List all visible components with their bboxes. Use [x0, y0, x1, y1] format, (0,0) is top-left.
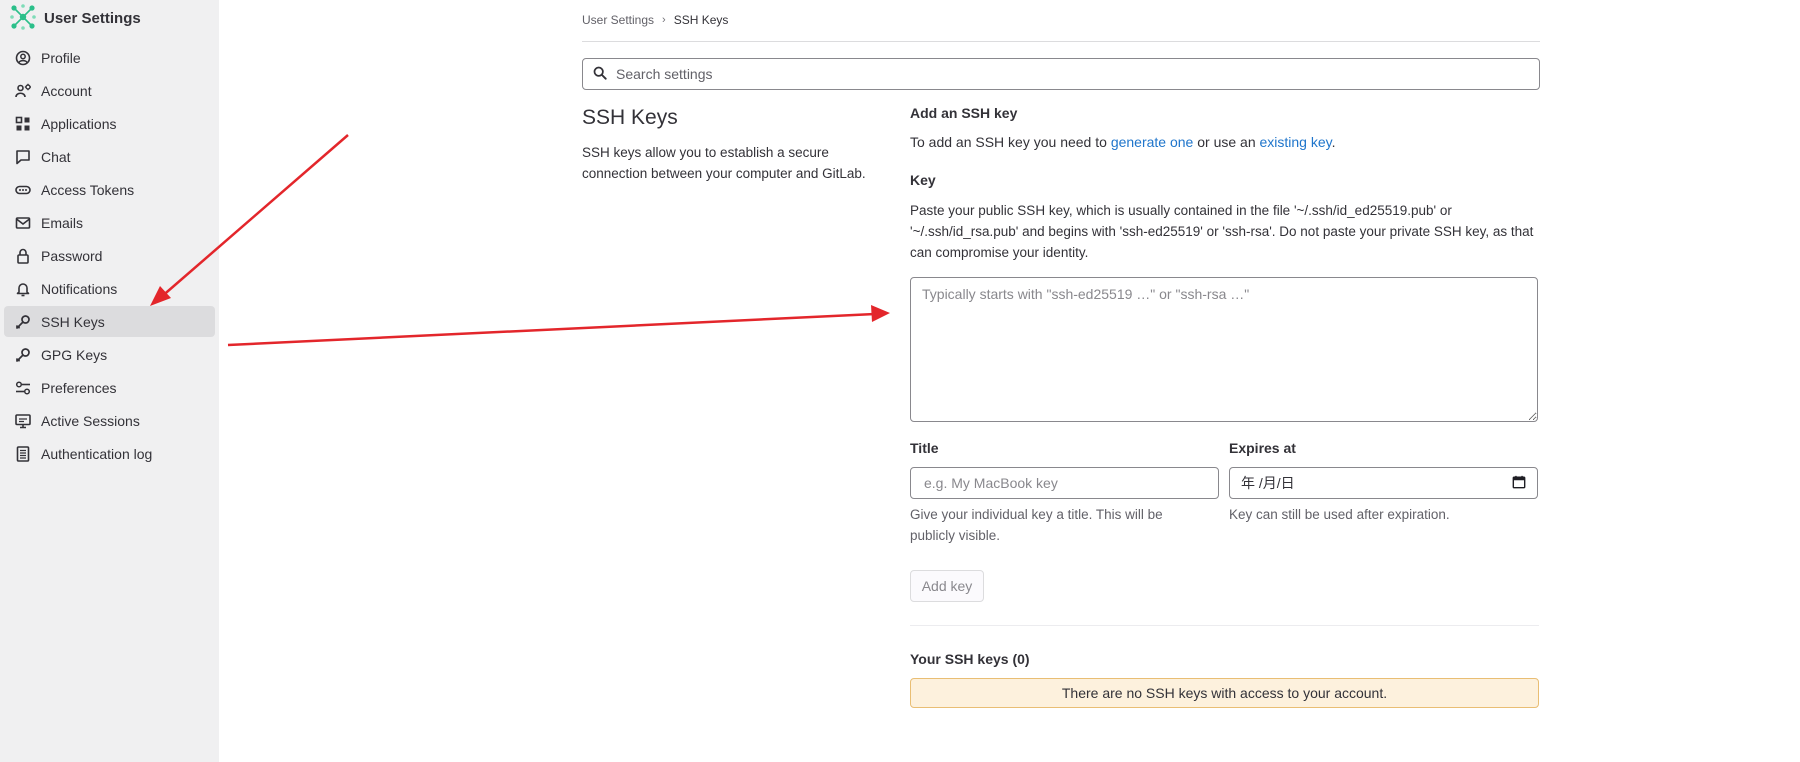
sidebar-item-label: Account [41, 82, 92, 99]
generate-one-link[interactable]: generate one [1111, 134, 1194, 150]
applications-icon [15, 116, 31, 132]
expires-help-text: Key can still be used after expiration. [1229, 507, 1450, 522]
key-textarea[interactable] [910, 277, 1538, 422]
key-label: Key [910, 172, 936, 188]
sidebar-item-gpg-keys[interactable]: GPG Keys [4, 339, 215, 370]
key-help-text: Paste your public SSH key, which is usua… [910, 203, 1534, 260]
sidebar-item-active-sessions[interactable]: Active Sessions [4, 405, 215, 436]
calendar-icon[interactable] [1512, 475, 1526, 492]
intro-text: . [1331, 134, 1336, 150]
sidebar-item-label: Notifications [41, 280, 118, 297]
intro-text: To add an SSH key you need to [910, 134, 1111, 150]
sidebar-item-emails[interactable]: Emails [4, 207, 215, 238]
sidebar: User Settings Profile Account Applicatio… [0, 0, 219, 762]
section-divider [910, 625, 1539, 626]
sidebar-item-notifications[interactable]: Notifications [4, 273, 215, 304]
sidebar-item-label: Authentication log [41, 445, 153, 462]
sidebar-item-authentication-log[interactable]: Authentication log [4, 438, 215, 469]
your-ssh-keys-heading: Your SSH keys (0) [910, 651, 1030, 667]
breadcrumb-divider [582, 41, 1540, 42]
sidebar-brand[interactable]: User Settings [8, 2, 141, 34]
sidebar-item-label: Password [41, 247, 103, 264]
sidebar-item-label: Active Sessions [41, 412, 140, 429]
lock-icon [15, 248, 31, 264]
bell-icon [15, 281, 31, 297]
sidebar-item-password[interactable]: Password [4, 240, 215, 271]
sidebar-item-label: Emails [41, 214, 84, 231]
search-box[interactable] [582, 58, 1540, 90]
add-key-button[interactable]: Add key [910, 570, 984, 602]
account-icon [15, 83, 31, 99]
chat-icon [15, 149, 31, 165]
log-icon [15, 445, 31, 462]
search-icon [593, 66, 614, 83]
expires-at-field[interactable]: 年 /月/日 [1229, 467, 1538, 499]
add-ssh-key-heading: Add an SSH key [910, 105, 1018, 121]
sidebar-item-label: Chat [41, 148, 71, 165]
token-icon [15, 182, 31, 198]
title-label: Title [910, 440, 939, 456]
add-ssh-key-intro: To add an SSH key you need to generate o… [910, 134, 1539, 150]
sidebar-nav: Profile Account Applications Chat Access… [4, 42, 215, 471]
breadcrumb-current[interactable]: SSH Keys [674, 13, 729, 27]
sidebar-item-chat[interactable]: Chat [4, 141, 215, 172]
sidebar-item-label: Profile [41, 49, 81, 66]
empty-keys-message: There are no SSH keys with access to you… [1061, 685, 1388, 701]
page-title: SSH Keys [582, 106, 678, 129]
empty-keys-alert: There are no SSH keys with access to you… [910, 678, 1539, 708]
sidebar-item-label: Access Tokens [41, 181, 135, 198]
sidebar-item-ssh-keys[interactable]: SSH Keys [4, 306, 215, 337]
intro-text: or use an [1193, 134, 1260, 150]
sidebar-item-account[interactable]: Account [4, 75, 215, 106]
sidebar-item-label: Preferences [41, 379, 117, 396]
profile-icon [15, 50, 31, 66]
sidebar-item-label: Applications [41, 115, 117, 132]
annotation-arrow-to-key-field [227, 305, 890, 347]
sidebar-item-profile[interactable]: Profile [4, 42, 215, 73]
sidebar-item-label: GPG Keys [41, 346, 108, 363]
key-icon [15, 347, 31, 363]
search-input[interactable] [614, 65, 1518, 83]
breadcrumb-parent-link[interactable]: User Settings [582, 13, 654, 27]
sidebar-item-preferences[interactable]: Preferences [4, 372, 215, 403]
sidebar-item-applications[interactable]: Applications [4, 108, 215, 139]
chevron-right-icon: › [662, 14, 666, 26]
mail-icon [15, 215, 31, 231]
sidebar-item-access-tokens[interactable]: Access Tokens [4, 174, 215, 205]
title-field[interactable] [910, 467, 1219, 499]
preferences-icon [15, 380, 31, 396]
gitlab-logo-icon [8, 2, 38, 35]
title-help-text: Give your individual key a title. This w… [910, 507, 1163, 543]
expires-at-value: 年 /月/日 [1241, 475, 1295, 491]
breadcrumb: User Settings › SSH Keys [582, 8, 728, 32]
key-icon [15, 314, 31, 330]
monitor-icon [15, 413, 31, 429]
section-description: SSH keys allow you to establish a secure… [582, 145, 866, 181]
title-input[interactable] [922, 474, 1207, 492]
sidebar-title: User Settings [44, 9, 141, 27]
expires-at-label: Expires at [1229, 440, 1296, 456]
existing-key-link[interactable]: existing key [1260, 134, 1332, 150]
sidebar-item-label: SSH Keys [41, 313, 105, 330]
